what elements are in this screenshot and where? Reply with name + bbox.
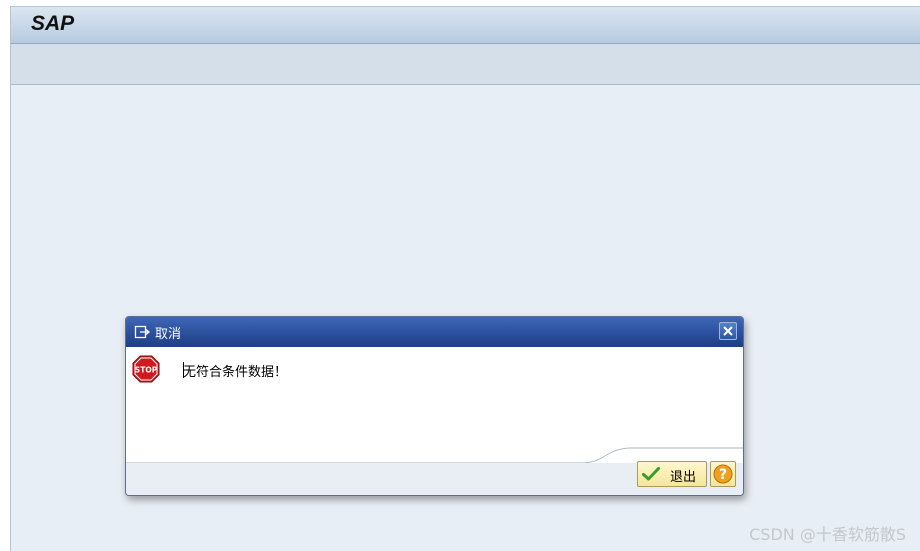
checkmark-icon bbox=[642, 467, 660, 481]
dialog-titlebar: 取消 bbox=[126, 317, 743, 347]
svg-text:?: ? bbox=[719, 467, 727, 483]
sap-logo: SAP bbox=[31, 12, 75, 35]
exit-button-label: 退出 bbox=[670, 470, 697, 485]
dialog-close-button[interactable] bbox=[719, 322, 737, 340]
message-text[interactable]: 无符合条件数据！ bbox=[183, 361, 287, 380]
screen: SAP 取消 STOP 无符合条件数据！ 退出 ? CSDN @十香软筋散S bbox=[0, 0, 920, 551]
title-bar: SAP bbox=[11, 7, 920, 44]
exit-button[interactable]: 退出 bbox=[637, 461, 707, 487]
help-button[interactable]: ? bbox=[710, 461, 736, 487]
text-caret bbox=[183, 362, 184, 378]
svg-text:STOP: STOP bbox=[135, 366, 158, 375]
message-dialog: 取消 STOP 无符合条件数据！ 退出 ? bbox=[125, 316, 744, 496]
stop-sign-icon: STOP bbox=[132, 355, 160, 383]
close-x-icon bbox=[723, 326, 733, 336]
watermark: CSDN @十香软筋散S bbox=[749, 525, 906, 544]
help-question-icon: ? bbox=[713, 464, 733, 484]
dialog-title: 取消 bbox=[155, 327, 182, 342]
exit-doc-icon bbox=[134, 325, 150, 339]
application-toolbar bbox=[11, 44, 920, 85]
